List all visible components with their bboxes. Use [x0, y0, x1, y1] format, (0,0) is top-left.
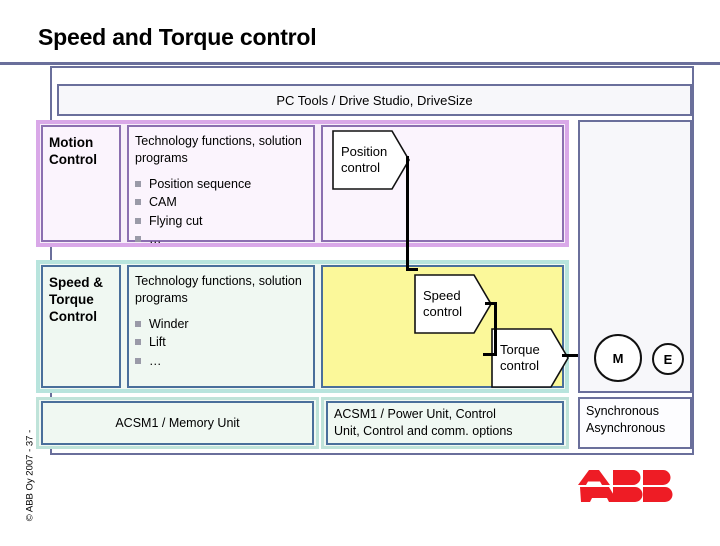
torque-control-line2: control: [500, 358, 540, 373]
connector-position-to-speed-vertical: [406, 156, 409, 271]
torque-control-block: Torque control: [491, 328, 569, 388]
motor-icon: M: [594, 334, 642, 382]
pc-tools-bar: PC Tools / Drive Studio, DriveSize: [57, 84, 692, 116]
motion-control-label-line2: Control: [49, 151, 97, 167]
encoder-icon: E: [652, 343, 684, 375]
list-item: Flying cut: [135, 212, 307, 231]
connector-position-to-speed-horizontal: [406, 268, 418, 271]
speed-control-line2: control: [423, 304, 463, 319]
list-item: CAM: [135, 193, 307, 212]
motion-technology-box: Technology functions, solution programs …: [127, 125, 315, 246]
motion-technology-bullets: Position sequence CAM Flying cut …: [135, 175, 307, 249]
speed-torque-technology-heading: Technology functions, solution programs: [135, 274, 302, 305]
motion-control-label-line1: Motion: [49, 135, 94, 150]
power-unit-label-line1: ACSM1 / Power Unit, Control: [334, 407, 496, 422]
list-item: …: [135, 230, 307, 249]
memory-unit-label: ACSM1 / Memory Unit: [115, 416, 240, 430]
motor-type-line1: Synchronous: [586, 404, 659, 418]
speed-control-label: Speed control: [423, 288, 462, 321]
abb-logo-icon: [578, 470, 673, 502]
speed-torque-label-line3: Control: [49, 308, 97, 324]
motor-type-line2: Asynchronous: [586, 420, 666, 435]
list-item: …: [135, 352, 307, 371]
position-control-block: Position control: [332, 130, 410, 190]
power-unit-label-line2: Unit, Control and comm. options: [334, 424, 513, 438]
connector-speed-to-torque-vertical: [494, 302, 497, 356]
list-item: Winder: [135, 315, 307, 334]
motion-technology-heading: Technology functions, solution programs: [135, 134, 302, 165]
speed-torque-technology-box: Technology functions, solution programs …: [127, 265, 315, 388]
speed-torque-label-line2: Torque: [49, 291, 94, 307]
list-item: Position sequence: [135, 175, 307, 194]
page-title: Speed and Torque control: [38, 24, 317, 50]
pc-tools-label: PC Tools / Drive Studio, DriveSize: [276, 92, 473, 108]
speed-torque-label-box: Speed & Torque Control: [41, 265, 121, 388]
speed-control-line1: Speed: [423, 287, 461, 303]
speed-control-block: Speed control: [414, 274, 492, 334]
position-control-line2: control: [341, 160, 381, 175]
position-control-label: Position control: [341, 144, 387, 177]
torque-control-line1: Torque: [500, 341, 540, 357]
position-control-line1: Position: [341, 143, 388, 159]
title-divider: [0, 62, 720, 65]
memory-unit-box: ACSM1 / Memory Unit: [41, 401, 314, 445]
copyright-notice: © ABB Oy 2007 - 37 -: [24, 429, 36, 522]
torque-control-label: Torque control: [500, 342, 540, 375]
motion-control-label-box: Motion Control: [41, 125, 121, 242]
speed-torque-technology-bullets: Winder Lift …: [135, 315, 307, 371]
speed-torque-label-line1: Speed &: [49, 275, 104, 290]
abb-logo: [578, 470, 686, 504]
list-item: Lift: [135, 333, 307, 352]
motor-type-box: Synchronous Asynchronous: [578, 397, 692, 449]
power-unit-box: ACSM1 / Power Unit, Control Unit, Contro…: [326, 401, 564, 445]
encoder-label: E: [663, 351, 673, 367]
connector-speed-to-torque-horizontal: [483, 353, 497, 356]
motor-label: M: [612, 350, 624, 366]
